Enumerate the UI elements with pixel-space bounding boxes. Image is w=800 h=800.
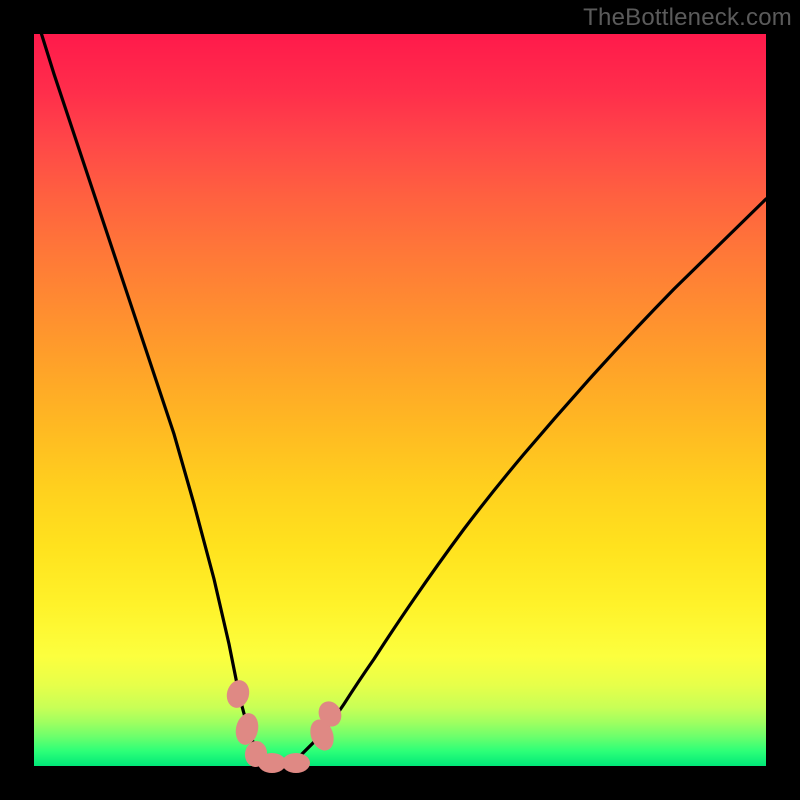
valley-curve	[29, 0, 766, 764]
outer-frame: TheBottleneck.com	[0, 0, 800, 800]
plot-area	[34, 34, 766, 766]
marker-group	[224, 678, 346, 773]
marker-dot	[224, 678, 252, 711]
curve-svg	[34, 34, 766, 766]
watermark-text: TheBottleneck.com	[583, 4, 792, 32]
marker-dot	[282, 753, 310, 773]
marker-dot	[258, 753, 286, 773]
